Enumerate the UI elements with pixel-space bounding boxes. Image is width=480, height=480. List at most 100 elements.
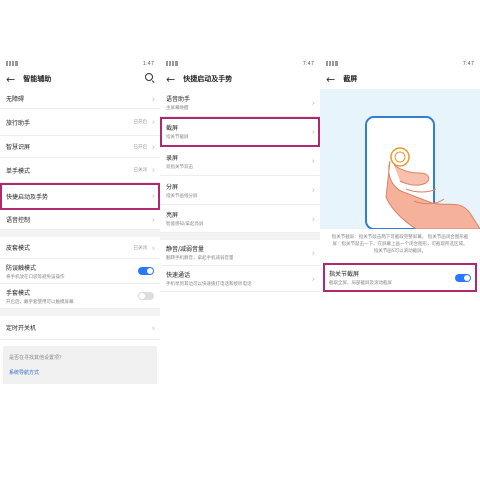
chevron-right-icon: › bbox=[151, 243, 155, 252]
row-accessibility[interactable]: 无障碍 › bbox=[0, 89, 160, 109]
row-subtitle: 开启后，戴手套使用可以触摸屏幕 bbox=[6, 299, 74, 305]
row-smart-screen[interactable]: 智慧识屏 已开启 › bbox=[0, 136, 160, 158]
toggle-knob bbox=[139, 293, 145, 299]
row-label: 指关节截屏 bbox=[329, 271, 360, 279]
row-label: 智慧识屏 bbox=[6, 144, 31, 151]
row-split-screen[interactable]: 分屏 指关节画线分屏 › bbox=[160, 176, 320, 205]
suggestion-question: 是否在寻找其他设置项？ bbox=[9, 355, 65, 361]
row-scheduled-power[interactable]: 定时开关机 › bbox=[0, 316, 160, 340]
status-bar: 7:47 bbox=[320, 58, 480, 69]
signal-icon bbox=[166, 61, 178, 66]
glove-mode-toggle[interactable] bbox=[138, 292, 154, 300]
row-subtitle: 将手机放在口袋等避免误操作 bbox=[6, 274, 65, 280]
row-label: 防误触模式 bbox=[6, 264, 37, 272]
chevron-right-icon: › bbox=[151, 142, 155, 151]
row-label: 无障碍 bbox=[6, 96, 25, 103]
row-value: 已关闭 bbox=[133, 245, 148, 251]
row-subtitle: 智能感知/拿起亮屏 bbox=[166, 222, 204, 227]
back-arrow-icon[interactable]: ← bbox=[326, 73, 335, 86]
row-label: 亮屏 bbox=[166, 212, 179, 219]
row-label: 分屏 bbox=[166, 183, 179, 191]
row-screen-record[interactable]: 录屏 双指关节双击 › bbox=[160, 147, 320, 176]
row-subtitle: 手机举到耳边可以快速拨打电话和接听电话 bbox=[166, 282, 252, 287]
status-time: 7:47 bbox=[302, 60, 314, 67]
title-bar: ← 快捷启动及手势 bbox=[160, 69, 320, 89]
row-subtitle: 指关节截屏 bbox=[166, 135, 189, 140]
row-quick-call[interactable]: 快速通话 手机举到耳边可以快速拨打电话和接听电话 › bbox=[160, 266, 320, 292]
row-subtitle: 翻转手机静音，拿起手机减弱音量 bbox=[166, 256, 234, 261]
row-wake-screen[interactable]: 亮屏 智能感知/拿起亮屏 › bbox=[160, 205, 320, 233]
chevron-right-icon: › bbox=[151, 191, 155, 201]
system-navigation-link[interactable]: 系统导航方式 bbox=[9, 369, 151, 376]
row-label: 单手模式 bbox=[6, 167, 31, 175]
row-shortcuts-gestures[interactable]: 快捷启动及手势 › bbox=[0, 183, 160, 210]
chevron-right-icon: › bbox=[311, 156, 315, 166]
title-bar: ← 智能辅助 bbox=[0, 69, 160, 89]
chevron-right-icon: › bbox=[311, 185, 315, 195]
chevron-right-icon: › bbox=[311, 98, 315, 107]
row-value: 已关闭 bbox=[133, 168, 148, 173]
chevron-right-icon: › bbox=[151, 94, 155, 103]
screenshot-description: 指关节截屏：指关节敲击两下可截取完整屏幕。 指关节画闭合图形截屏：指关节敲击一下… bbox=[331, 235, 469, 254]
status-bar: 7:47 bbox=[160, 58, 320, 69]
panel-screenshot: 7:47 ← 截屏 指关节截屏：指关节敲击两下可截取完整屏幕。 指关节画闭合图形… bbox=[320, 58, 480, 398]
accidental-touch-toggle[interactable] bbox=[138, 267, 154, 275]
chevron-right-icon: › bbox=[311, 214, 315, 223]
row-subtitle: 双指关节双击 bbox=[166, 164, 193, 170]
chevron-right-icon: › bbox=[311, 248, 315, 257]
chevron-right-icon: › bbox=[151, 165, 155, 175]
row-voice-control[interactable]: 语音控制 › bbox=[0, 210, 160, 230]
row-voice-assistant[interactable]: 语音助手 主屏幕唤醒 › bbox=[160, 89, 320, 117]
panel-smart-assist: 1:47 ← 智能辅助 无障碍 › 旅行助手 已开启 › 智慧识屏 已开启 › … bbox=[0, 58, 160, 398]
search-icon[interactable] bbox=[145, 73, 155, 83]
row-subtitle: 指关节画线分屏 bbox=[166, 193, 198, 199]
chevron-right-icon: › bbox=[151, 117, 155, 127]
section-gap bbox=[0, 309, 160, 316]
toggle-knob bbox=[464, 274, 470, 281]
status-bar: 1:47 bbox=[0, 58, 160, 69]
row-label: 录屏 bbox=[166, 154, 179, 162]
row-label: 手套模式 bbox=[6, 289, 31, 297]
row-label: 定时开关机 bbox=[6, 325, 37, 332]
chevron-right-icon: › bbox=[311, 274, 315, 283]
toggle-knob bbox=[147, 268, 153, 274]
title-bar: ← 截屏 bbox=[320, 69, 480, 89]
back-arrow-icon[interactable]: ← bbox=[6, 73, 15, 86]
page-title: 智能辅助 bbox=[23, 75, 52, 83]
row-label: 截屏 bbox=[166, 125, 179, 132]
row-label: 静音/减弱音量 bbox=[166, 246, 205, 253]
section-gap bbox=[160, 233, 320, 240]
row-subtitle: 截取全屏、局部截屏及滚动截屏 bbox=[329, 281, 392, 287]
row-label: 快速通话 bbox=[166, 272, 191, 279]
chevron-right-icon: › bbox=[311, 127, 315, 136]
page-title: 快捷启动及手势 bbox=[183, 75, 233, 83]
row-label: 语音助手 bbox=[166, 96, 191, 103]
row-subtitle: 主屏幕唤醒 bbox=[166, 106, 189, 111]
status-time: 1:47 bbox=[142, 60, 154, 67]
row-accidental-touch: 防误触模式 将手机放在口袋等避免误操作 bbox=[0, 259, 160, 284]
status-time: 7:47 bbox=[462, 60, 474, 67]
row-label: 快捷启动及手势 bbox=[6, 193, 49, 201]
signal-icon bbox=[326, 61, 338, 66]
row-value: 已开启 bbox=[133, 144, 148, 150]
page-title: 截屏 bbox=[343, 75, 358, 83]
back-arrow-icon[interactable]: ← bbox=[166, 73, 175, 86]
row-one-hand-mode[interactable]: 单手模式 已关闭 › bbox=[0, 158, 160, 183]
chevron-right-icon: › bbox=[151, 215, 155, 224]
hand-phone-illustration bbox=[365, 116, 480, 229]
section-gap bbox=[0, 230, 160, 237]
row-glove-mode: 手套模式 开启后，戴手套使用可以触摸屏幕 bbox=[0, 284, 160, 309]
panel-shortcuts-gestures: 7:47 ← 快捷启动及手势 语音助手 主屏幕唤醒 › 截屏 指关节截屏 › 录… bbox=[160, 58, 320, 398]
row-screenshot[interactable]: 截屏 指关节截屏 › bbox=[160, 117, 320, 147]
row-knuckle-screenshot: 指关节截屏 截取全屏、局部截屏及滚动截屏 bbox=[323, 263, 477, 293]
row-label: 旅行助手 bbox=[6, 119, 31, 127]
row-label: 皮套模式 bbox=[6, 245, 31, 252]
row-label: 语音控制 bbox=[6, 217, 31, 224]
row-mute-volume[interactable]: 静音/减弱音量 翻转手机静音，拿起手机减弱音量 › bbox=[160, 240, 320, 266]
chevron-right-icon: › bbox=[151, 323, 155, 332]
signal-icon bbox=[6, 61, 18, 66]
knuckle-screenshot-toggle[interactable] bbox=[455, 273, 471, 282]
knuckle-gesture-illustration bbox=[320, 89, 480, 229]
row-cover-mode[interactable]: 皮套模式 已关闭 › bbox=[0, 237, 160, 259]
row-travel-assistant[interactable]: 旅行助手 已开启 › bbox=[0, 109, 160, 136]
